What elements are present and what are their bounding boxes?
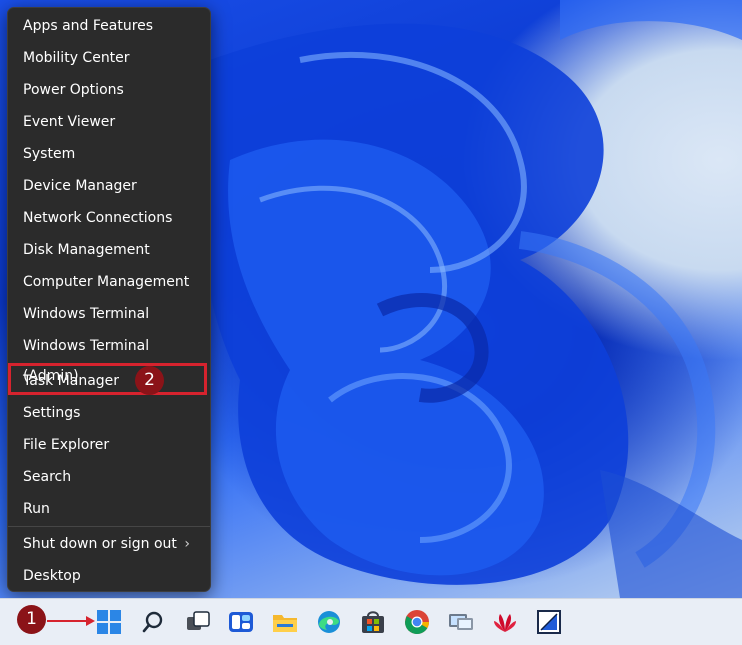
menu-item-label: Search <box>23 469 72 485</box>
menu-item-label: Mobility Center <box>23 50 130 66</box>
microsoft-store-icon[interactable] <box>359 608 387 636</box>
menu-item-event-viewer[interactable]: Event Viewer <box>12 107 206 137</box>
menu-item-label: Device Manager <box>23 178 137 194</box>
chrome-icon[interactable] <box>403 608 431 636</box>
task-manager-highlight-box <box>8 363 207 395</box>
menu-item-apps-and-features[interactable]: Apps and Features <box>12 11 206 41</box>
windows-start-icon[interactable] <box>95 608 123 636</box>
menu-item-mobility-center[interactable]: Mobility Center <box>12 43 206 73</box>
widgets-icon[interactable] <box>227 608 255 636</box>
menu-item-system[interactable]: System <box>12 139 206 169</box>
menu-item-computer-management[interactable]: Computer Management <box>12 267 206 297</box>
menu-item-label: Event Viewer <box>23 114 116 130</box>
menu-item-label: Apps and Features <box>23 18 154 34</box>
menu-item-label: Disk Management <box>23 242 150 258</box>
menu-item-network-connections[interactable]: Network Connections <box>12 203 206 233</box>
file-explorer-icon[interactable] <box>271 608 299 636</box>
menu-item-label: Settings <box>23 405 81 421</box>
menu-item-label: File Explorer <box>23 437 110 453</box>
menu-item-windows-terminal-admin[interactable]: Windows Terminal (Admin) <box>12 331 206 384</box>
menu-item-desktop[interactable]: Desktop <box>12 561 206 591</box>
menu-item-label: System <box>23 146 76 162</box>
menu-item-file-explorer[interactable]: File Explorer <box>12 430 206 460</box>
remote-desktop-icon[interactable] <box>447 608 475 636</box>
menu-item-power-options[interactable]: Power Options <box>12 75 206 105</box>
edge-icon[interactable] <box>315 608 343 636</box>
notepad-icon[interactable] <box>535 608 563 636</box>
menu-item-label: Network Connections <box>23 210 173 226</box>
menu-item-disk-management[interactable]: Disk Management <box>12 235 206 265</box>
menu-item-label: Windows Terminal <box>23 306 150 322</box>
menu-item-label: Power Options <box>23 82 124 98</box>
annotation-arrow-line <box>47 620 89 622</box>
menu-item-shut-down-or-sign-out[interactable]: Shut down or sign out › <box>12 529 206 559</box>
step-2-badge: 2 <box>135 366 164 395</box>
taskbar <box>0 598 742 645</box>
huawei-icon[interactable] <box>491 608 519 636</box>
menu-separator <box>8 526 210 527</box>
search-icon[interactable] <box>139 608 167 636</box>
menu-item-device-manager[interactable]: Device Manager <box>12 171 206 201</box>
menu-item-label: Shut down or sign out <box>23 536 177 552</box>
menu-item-label: Desktop <box>23 568 81 584</box>
menu-item-windows-terminal[interactable]: Windows Terminal <box>12 299 206 329</box>
task-view-icon[interactable] <box>184 608 212 636</box>
step-1-badge: 1 <box>17 605 46 634</box>
menu-item-run[interactable]: Run <box>12 494 206 524</box>
annotation-arrow-head-icon <box>86 616 95 626</box>
menu-item-label: Computer Management <box>23 274 190 290</box>
winx-context-menu: Apps and Features Mobility Center Power … <box>7 7 211 592</box>
chevron-right-icon: › <box>184 536 190 552</box>
menu-item-label: Run <box>23 501 50 517</box>
menu-item-settings[interactable]: Settings <box>12 398 206 428</box>
menu-item-search[interactable]: Search <box>12 462 206 492</box>
